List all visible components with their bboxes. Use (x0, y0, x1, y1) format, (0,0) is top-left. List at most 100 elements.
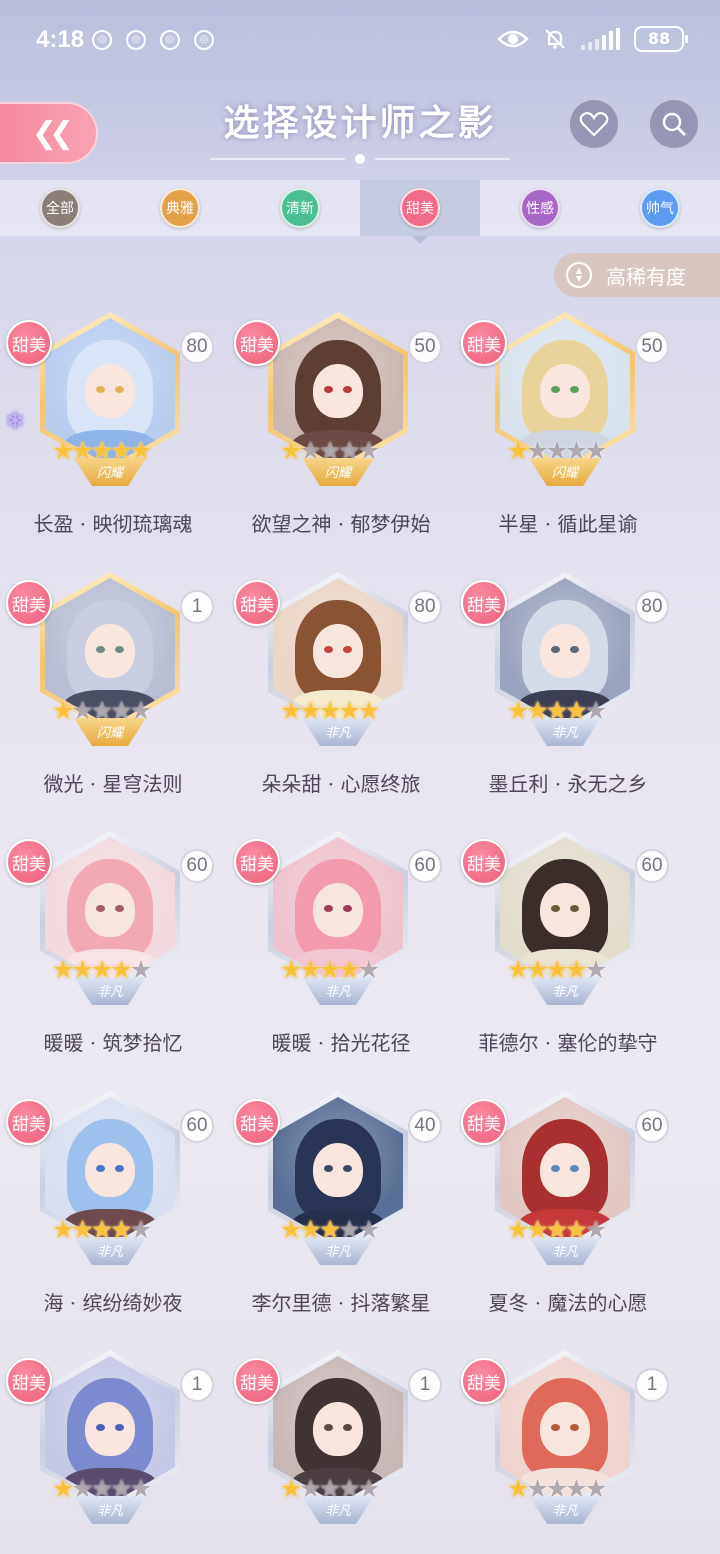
level-badge: 80 (180, 330, 214, 364)
star-rating: ★ ★ ★ ★ ★ (52, 438, 152, 463)
star-rating: ★ ★ ★ ★ ★ (280, 696, 381, 725)
card-name: 夏冬 · 魔法的心愿 (488, 1291, 648, 1315)
tab-4[interactable]: 性感 (480, 180, 600, 236)
level-badge: 60 (180, 849, 214, 883)
star-rating: ★ ★ ★ ★ ★ (52, 1215, 153, 1244)
tab-label: 性感 (520, 188, 560, 228)
star-empty-icon: ★ (357, 1474, 381, 1503)
level-badge: 40 (408, 1109, 442, 1143)
bell-muted-icon (545, 29, 565, 49)
card-name: 朵朵甜 · 心愿终旅 (261, 772, 421, 796)
card-name: 微光 · 星穹法则 (43, 772, 183, 796)
notification-icon: ◎ (194, 30, 214, 50)
style-badge: 甜美 (234, 1099, 280, 1145)
tab-0[interactable]: 全部 (0, 180, 120, 236)
designer-card[interactable]: 甜美 80 非凡 ★ ★ ★ ★ ★ 墨丘利 · 永无之乡 (455, 572, 681, 830)
star-filled-icon: ★ (357, 696, 381, 725)
style-badge: 甜美 (234, 1358, 280, 1404)
level-badge: 50 (408, 330, 442, 364)
designer-card[interactable]: 甜美 1 非凡 ★ ★ ★ ★ ★ (228, 1350, 454, 1554)
style-badge: 甜美 (234, 580, 280, 626)
star-empty-icon: ★ (584, 696, 608, 725)
tab-label: 甜美 (400, 188, 440, 228)
card-name: 海 · 缤纷绮妙夜 (43, 1291, 183, 1315)
designer-card[interactable]: 甜美 60 非凡 ★ ★ ★ ★ ★ 夏冬 · 魔法的心愿 (455, 1091, 681, 1349)
designer-card[interactable]: 甜美 1 非凡 ★ ★ ★ ★ ★ (0, 1350, 226, 1554)
tab-label: 清新 (280, 188, 320, 228)
card-name: 半星 · 循此星谕 (498, 512, 638, 536)
level-badge: 60 (408, 849, 442, 883)
star-empty-icon: ★ (129, 955, 153, 984)
sort-label: 高稀有度 (606, 264, 686, 289)
designer-card[interactable]: 甜美 60 非凡 ★ ★ ★ ★ ★ 暖暖 · 筑梦拾忆 (0, 831, 226, 1089)
favorite-button[interactable] (568, 98, 620, 150)
sort-arrows-icon: ▲ ▼ (566, 262, 592, 288)
designer-card[interactable]: 甜美 60 非凡 ★ ★ ★ ★ ★ 菲德尔 · 塞伦的挚守 (455, 831, 681, 1089)
header: ❮❮ 选择设计师之影 (0, 80, 720, 180)
style-badge: 甜美 (461, 1358, 507, 1404)
star-rating: ★ ★ ★ ★ ★ (280, 957, 380, 982)
designer-card[interactable]: 甜美 60 非凡 ★ ★ ★ ★ ★ 暖暖 · 拾光花径 (228, 831, 454, 1089)
star-rating: ★ ★ ★ ★ ★ (280, 1215, 381, 1244)
tab-label: 全部 (40, 188, 80, 228)
star-empty-icon: ★ (357, 1215, 381, 1244)
tab-1[interactable]: 典雅 (120, 180, 240, 236)
style-badge: 甜美 (461, 839, 507, 885)
star-empty-icon: ★ (129, 696, 153, 725)
star-rating: ★ ★ ★ ★ ★ (280, 436, 381, 465)
sort-button[interactable]: ▲ ▼ 高稀有度 (554, 253, 720, 297)
star-rating: ★ ★ ★ ★ ★ (507, 696, 608, 725)
designer-card[interactable]: 甜美 50 闪耀 ★ ★ ★ ★ ★ 欲望之神 · 郁梦伊始 (228, 312, 454, 570)
tab-label: 帅气 (640, 188, 680, 228)
battery-icon: 88 (634, 26, 688, 52)
card-name: 欲望之神 · 郁梦伊始 (251, 512, 431, 536)
level-badge: 1 (635, 1368, 669, 1402)
tab-3[interactable]: 甜美 (360, 180, 480, 244)
star-empty-icon: ★ (129, 1215, 153, 1244)
star-rating: ★ ★ ★ ★ ★ (507, 1215, 608, 1244)
signal-icon (581, 28, 620, 50)
card-name: 暖暖 · 筑梦拾忆 (43, 1031, 183, 1055)
tab-2[interactable]: 清新 (240, 180, 360, 236)
style-badge: 甜美 (461, 580, 507, 626)
star-empty-icon: ★ (584, 1474, 608, 1503)
style-badge: 甜美 (461, 320, 507, 366)
heart-icon (579, 112, 609, 137)
notification-icon: ◎ (92, 30, 112, 50)
tab-5[interactable]: 帅气 (600, 180, 720, 236)
style-badge: 甜美 (234, 839, 280, 885)
level-badge: 60 (635, 1109, 669, 1143)
star-empty-icon: ★ (584, 436, 608, 465)
search-icon (662, 112, 686, 136)
star-rating: ★ ★ ★ ★ ★ (507, 436, 608, 465)
status-time: 4:18 (36, 26, 85, 53)
designer-card[interactable]: 甜美 1 闪耀 ★ ★ ★ ★ ★ 微光 · 星穹法则 (0, 572, 226, 830)
designer-card[interactable]: 甜美 1 非凡 ★ ★ ★ ★ ★ (455, 1350, 681, 1554)
star-rating: ★ ★ ★ ★ ★ (507, 957, 607, 982)
tab-label: 典雅 (160, 188, 200, 228)
star-empty-icon: ★ (129, 1474, 153, 1503)
star-rating: ★ ★ ★ ★ ★ (507, 1474, 608, 1503)
star-rating: ★ ★ ★ ★ ★ (52, 1474, 153, 1503)
level-badge: 1 (180, 590, 214, 624)
eye-icon (497, 30, 529, 48)
star-rating: ★ ★ ★ ★ ★ (52, 955, 153, 984)
style-badge: 甜美 (6, 839, 52, 885)
designer-card[interactable]: 甜美 50 闪耀 ★ ★ ★ ★ ★ 半星 · 循此星谕 (455, 312, 681, 570)
star-empty-icon: ★ (357, 436, 381, 465)
style-badge: 甜美 (461, 1099, 507, 1145)
designer-card[interactable]: 甜美 80 ❄ 闪耀 ★ ★ ★ ★ ★ 长盈 · 映彻琉璃魂 (0, 312, 226, 570)
style-badge: 甜美 (6, 1358, 52, 1404)
title-ornament-icon (210, 154, 510, 164)
star-empty-icon: ★ (584, 1215, 608, 1244)
designer-card[interactable]: 甜美 80 非凡 ★ ★ ★ ★ ★ 朵朵甜 · 心愿终旅 (228, 572, 454, 830)
level-badge: 60 (180, 1109, 214, 1143)
designer-card[interactable]: 甜美 40 非凡 ★ ★ ★ ★ ★ 李尔里德 · 抖落繁星 (228, 1091, 454, 1349)
level-badge: 50 (635, 330, 669, 364)
style-filter-tabs: 全部 典雅 清新 甜美 性感 帅气 (0, 180, 720, 244)
level-badge: 80 (635, 590, 669, 624)
designer-card[interactable]: 甜美 60 非凡 ★ ★ ★ ★ ★ 海 · 缤纷绮妙夜 (0, 1091, 226, 1349)
search-button[interactable] (648, 98, 700, 150)
card-name: 长盈 · 映彻琉璃魂 (33, 512, 193, 536)
snowflake-icon: ❄ (4, 407, 26, 435)
